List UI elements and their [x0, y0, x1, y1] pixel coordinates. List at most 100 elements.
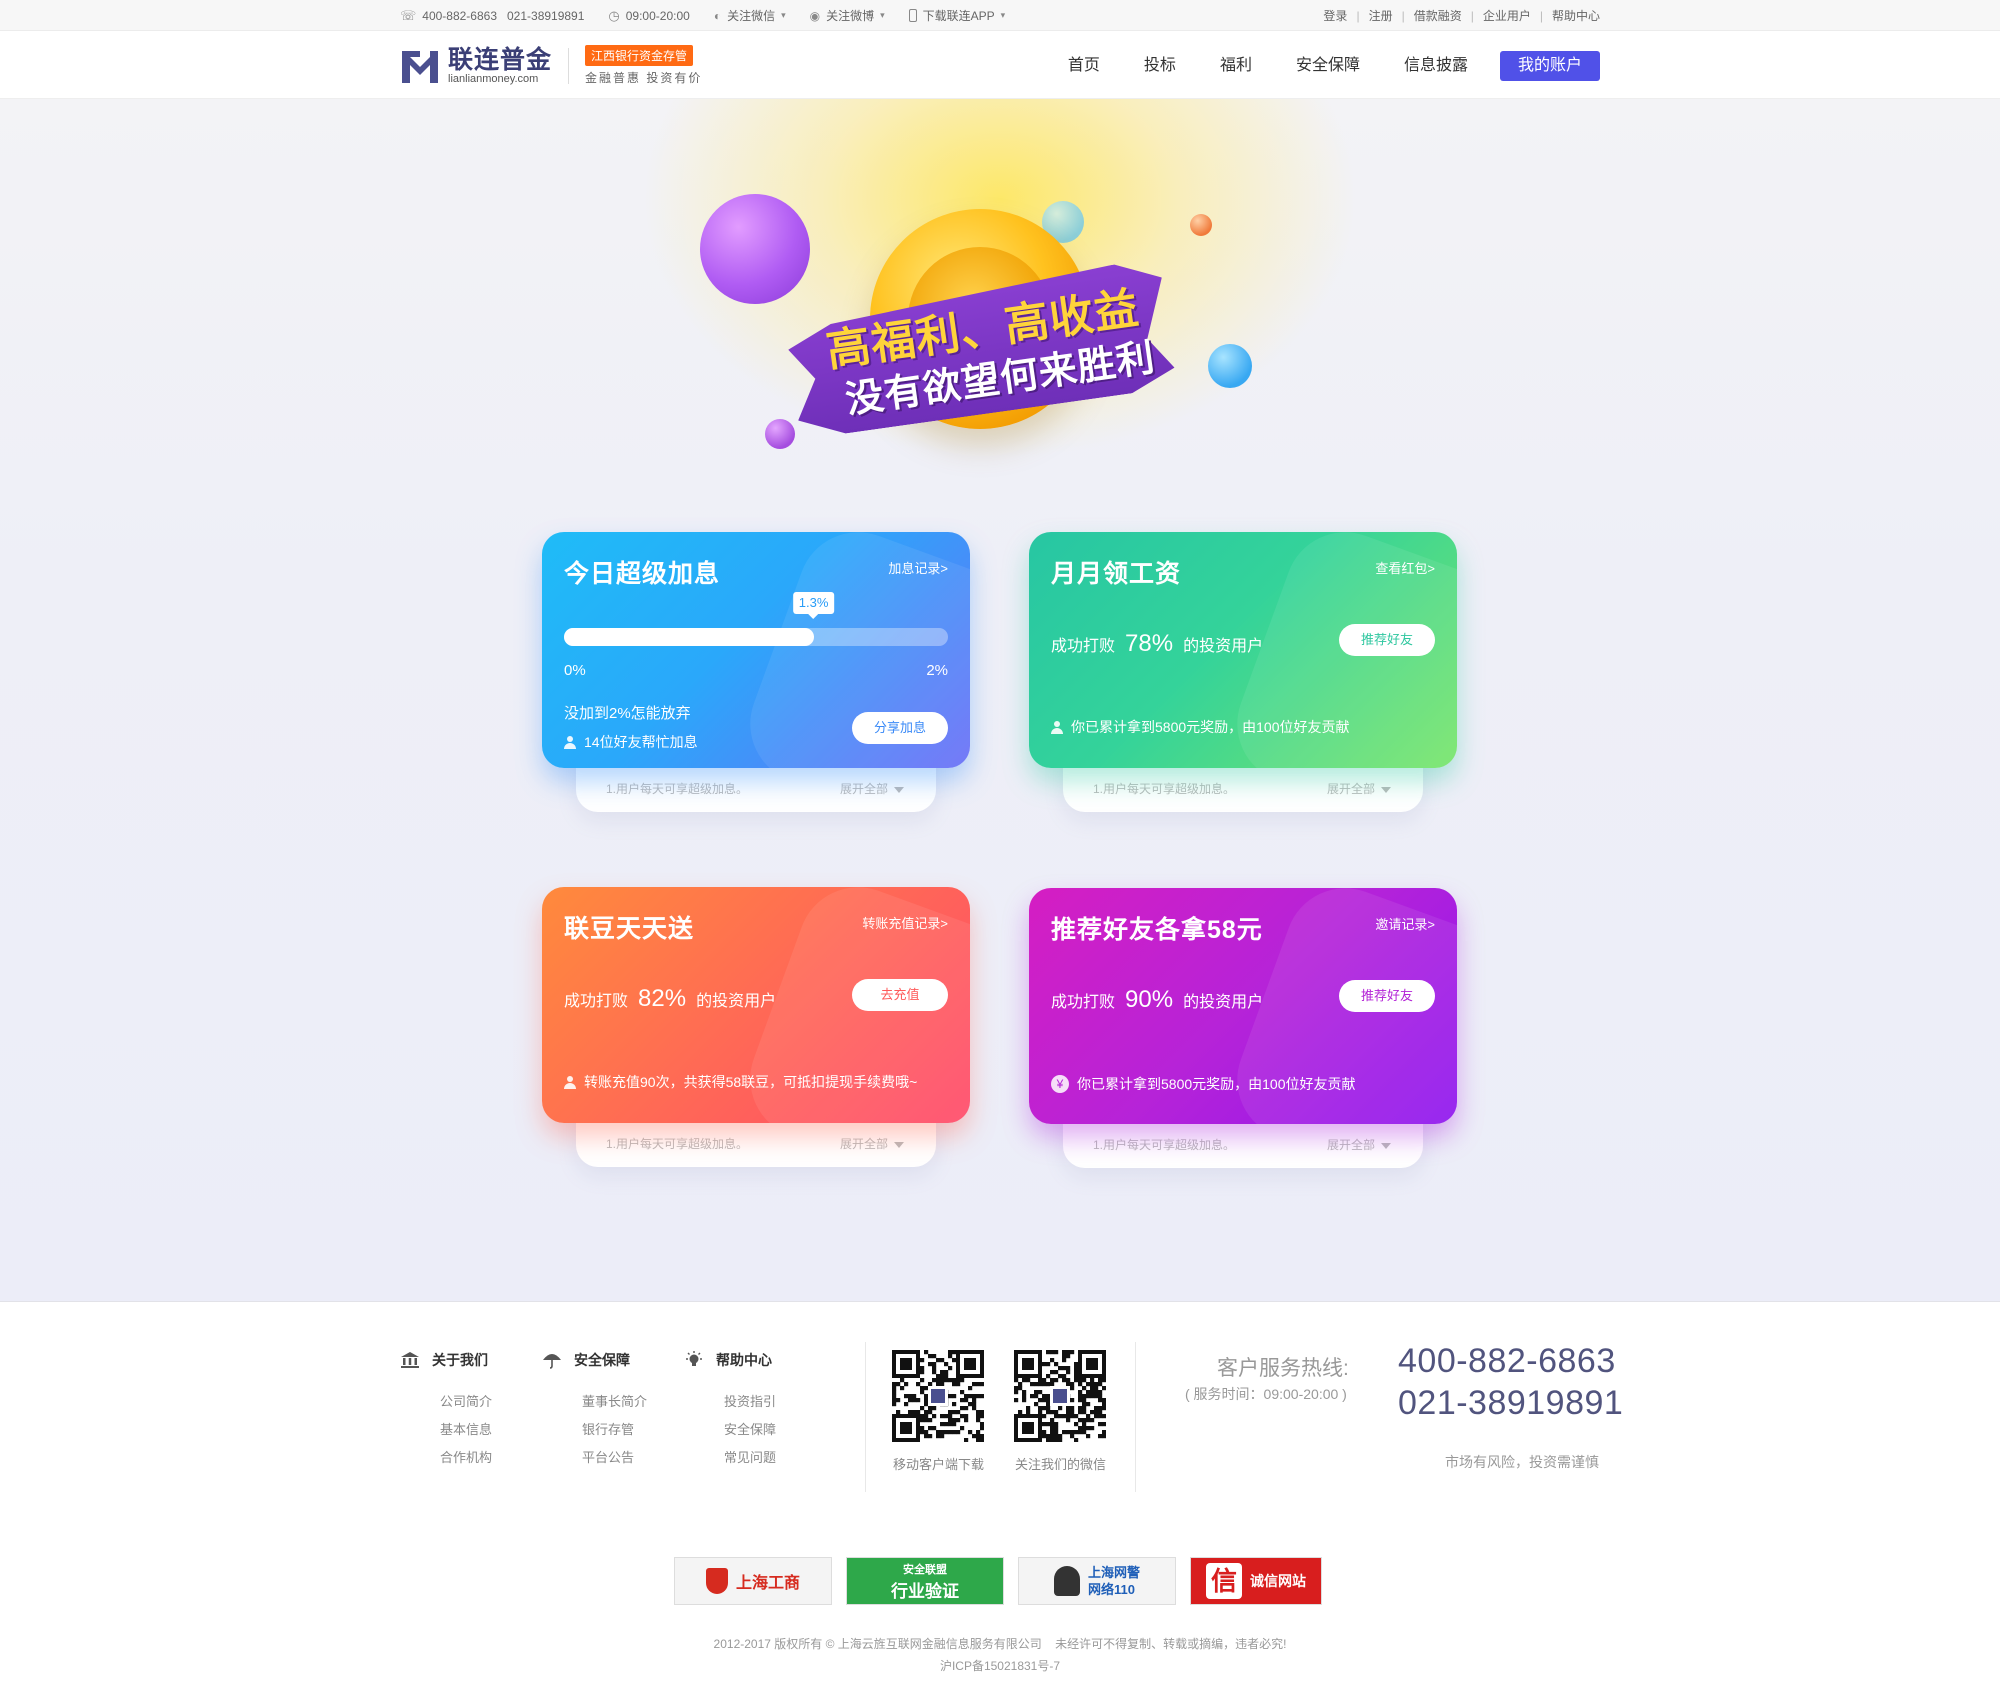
app-download[interactable]: 下载联连APP ▾ — [908, 7, 1006, 24]
recharge-button[interactable]: 去充值 — [852, 979, 948, 1011]
recharge-record-link[interactable]: 转账充值记录> — [862, 913, 948, 932]
chevron-down-icon: ▾ — [880, 10, 885, 20]
register-link[interactable]: 注册 — [1369, 7, 1393, 24]
card-daily-beans: 联豆天天送 转账充值记录> 成功打败 82% 的投资用户 去充值 转账充值90次… — [542, 887, 970, 1167]
logo[interactable]: 联连普金 lianlianmoney.com 江西银行资金存管 金融普惠 投资有… — [400, 45, 702, 86]
badge-label: 上海网警 — [1087, 1565, 1140, 1580]
footer-col-security: 安全保障 董事长简介 银行存管 平台公告 — [542, 1350, 647, 1472]
progress-max: 2% — [926, 662, 948, 679]
logo-divider — [568, 47, 570, 84]
beat-rate: 成功打败 78% 的投资用户 — [1051, 630, 1263, 658]
divider: | — [1401, 8, 1405, 23]
interest-progress-bar — [564, 628, 948, 646]
footer-link[interactable]: 常见问题 — [724, 1444, 776, 1472]
wechat-follow[interactable]: ◐ 关注微信 ▾ — [714, 7, 786, 24]
risk-warning: 市场有风险，投资需谨慎 — [1445, 1454, 1599, 1470]
phone-icon: ☏ — [400, 7, 417, 23]
logo-cn: 联连普金 — [448, 45, 553, 74]
refer-friend-button[interactable]: 推荐好友 — [1339, 980, 1435, 1012]
card-title: 推荐好友各拿58元 — [1051, 916, 1263, 944]
badge-credit-site[interactable]: 信 诚信网站 — [1190, 1557, 1322, 1605]
red-packet-link[interactable]: 查看红包> — [1375, 558, 1435, 577]
card-footnote: ¥ 你已累计拿到5800元奖励，由100位好友贡献 — [1051, 1074, 1356, 1094]
footer-link[interactable]: 合作机构 — [440, 1444, 492, 1472]
help-link[interactable]: 帮助中心 — [1552, 7, 1600, 24]
interest-record-link[interactable]: 加息记录> — [888, 558, 948, 577]
card-referral-bonus: 推荐好友各拿58元 邀请记录> 成功打败 90% 的投资用户 推荐好友 ¥ 你已… — [1029, 888, 1457, 1168]
copyright: 2012-2017 版权所有 © 上海云旌互联网金融信息服务有限公司 未经许可不… — [713, 1637, 1287, 1651]
qr-code-app — [892, 1350, 985, 1443]
user-icon — [1051, 720, 1063, 734]
qr-code-wechat — [1014, 1350, 1107, 1443]
bank-badge: 江西银行资金存管 — [585, 45, 694, 66]
loan-link[interactable]: 借款融资 — [1414, 7, 1462, 24]
main-content: 高福利、高收益 没有欲望何来胜利 今日超级加息 加息记录> 1.3% 0% 2%… — [0, 99, 2000, 1301]
footer-link[interactable]: 平台公告 — [582, 1444, 647, 1472]
police-icon — [1053, 1566, 1080, 1596]
bank-icon — [400, 1351, 420, 1369]
wechat-icon: ◐ — [713, 8, 722, 23]
footer-link[interactable]: 公司简介 — [440, 1388, 492, 1416]
expand-all-link[interactable]: 展开全部 — [1327, 1136, 1391, 1153]
wechat-label: 关注微信 — [727, 9, 776, 23]
nav-home[interactable]: 首页 — [1046, 51, 1122, 81]
clock-icon: ◷ — [608, 7, 620, 23]
blue-ball — [1208, 344, 1252, 388]
refer-friend-button[interactable]: 推荐好友 — [1339, 624, 1435, 656]
logo-domain: lianlianmoney.com — [448, 72, 539, 85]
rules-text: 1.用户每天可享超级加息。 — [606, 1137, 749, 1151]
footer-link[interactable]: 投资指引 — [724, 1388, 776, 1416]
weibo-label: 关注微博 — [826, 9, 875, 23]
umbrella-icon — [542, 1351, 562, 1369]
rate-prefix: 成功打败 — [564, 993, 629, 1010]
nav-invest[interactable]: 投标 — [1122, 51, 1198, 81]
invite-record-link[interactable]: 邀请记录> — [1375, 914, 1435, 933]
badge-label: 行业验证 — [891, 1581, 959, 1601]
share-interest-button[interactable]: 分享加息 — [852, 712, 948, 744]
rules-text: 1.用户每天可享超级加息。 — [606, 782, 749, 796]
rate-prefix: 成功打败 — [1051, 994, 1116, 1011]
badge-cyber-police[interactable]: 上海网警 网络110 — [1018, 1557, 1176, 1605]
weibo-follow[interactable]: ◉ 关注微博 ▾ — [810, 7, 885, 24]
footer-link[interactable]: 银行存管 — [582, 1416, 647, 1444]
hours-info: ◷ 09:00-20:00 — [608, 8, 689, 24]
hotline-number-2: 021-38919891 — [1398, 1384, 1624, 1422]
expand-all-link[interactable]: 展开全部 — [1327, 780, 1391, 797]
trust-badges: 上海工商 安全联盟 行业验证 上海网警 网络110 信 诚信网站 — [674, 1557, 1322, 1605]
icp-number[interactable]: 沪ICP备15021831号-7 — [0, 1657, 2000, 1674]
footer-link[interactable]: 董事长简介 — [582, 1388, 647, 1416]
badge-label-sub: 网络110 — [1087, 1582, 1135, 1597]
phone-info: ☏ 400-882-6863 021-38919891 — [400, 8, 584, 24]
card-title: 月月领工资 — [1051, 560, 1182, 588]
login-link[interactable]: 登录 — [1323, 7, 1347, 24]
rate-value: 78% — [1125, 630, 1174, 657]
expand-all-link[interactable]: 展开全部 — [840, 780, 904, 797]
progress-tooltip: 1.3% — [792, 592, 835, 619]
nav-disclosure[interactable]: 信息披露 — [1382, 51, 1490, 81]
rules-text: 1.用户每天可享超级加息。 — [1093, 1138, 1236, 1152]
footer-link[interactable]: 安全保障 — [724, 1416, 776, 1444]
card-message: 没加到2%怎能放弃 — [564, 705, 691, 722]
card-footnote: 14位好友帮忙加息 — [564, 732, 698, 752]
rules-text: 1.用户每天可享超级加息。 — [1093, 782, 1236, 796]
nav-welfare[interactable]: 福利 — [1198, 51, 1274, 81]
divider: | — [1356, 8, 1360, 23]
badge-shanghai-aic[interactable]: 上海工商 — [674, 1557, 832, 1605]
my-account-button[interactable]: 我的账户 — [1499, 51, 1600, 81]
progress-min: 0% — [564, 662, 586, 679]
divider: | — [1539, 8, 1543, 23]
card-super-interest: 今日超级加息 加息记录> 1.3% 0% 2% 没加到2%怎能放弃 14位好友帮… — [542, 532, 970, 812]
enterprise-link[interactable]: 企业用户 — [1483, 7, 1531, 24]
badge-industry-verify[interactable]: 安全联盟 行业验证 — [846, 1557, 1004, 1605]
chevron-down-icon: ▾ — [781, 10, 786, 20]
expand-all-link[interactable]: 展开全部 — [840, 1135, 904, 1152]
chevron-down-icon: ▾ — [1000, 10, 1006, 20]
credit-icon: 信 — [1206, 1563, 1242, 1599]
weibo-icon: ◉ — [809, 8, 821, 23]
phone-numbers: 400-882-6863 021-38919891 — [422, 8, 585, 23]
qr-label-app: 移动客户端下载 — [893, 1457, 985, 1472]
nav-security[interactable]: 安全保障 — [1274, 51, 1382, 81]
footer-link[interactable]: 基本信息 — [440, 1416, 492, 1444]
rate-value: 90% — [1125, 986, 1174, 1013]
badge-label-top: 安全联盟 — [903, 1563, 947, 1576]
